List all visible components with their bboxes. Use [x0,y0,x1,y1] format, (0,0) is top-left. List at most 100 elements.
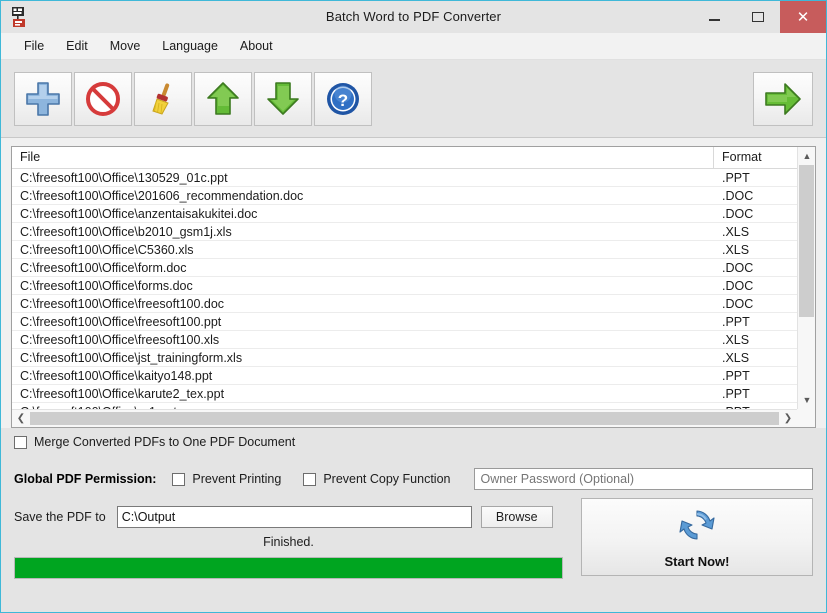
maximize-button[interactable] [736,1,780,33]
move-down-button[interactable] [254,71,312,126]
prevent-copy-label: Prevent Copy Function [323,472,451,486]
prevent-printing-label: Prevent Printing [192,472,282,486]
prevent-copy-checkbox[interactable] [303,472,317,486]
cell-file: C:\freesoft100\Office\130529_01c.ppt [20,170,228,185]
prevent-printing-option[interactable]: Prevent Printing [172,472,281,486]
minimize-icon [708,19,720,21]
cell-format: .PPT [722,170,750,185]
scroll-left-icon[interactable]: ❮ [12,410,30,427]
menu-item-about[interactable]: About [229,36,284,56]
title-bar: Batch Word to PDF Converter ✕ [1,1,826,33]
save-path-row: Save the PDF to C:\Output Browse [14,506,553,528]
table-row[interactable]: C:\freesoft100\Office\201606_recommendat… [12,187,797,205]
close-button[interactable]: ✕ [780,1,826,33]
cell-format: .XLS [722,242,750,257]
merge-checkbox[interactable] [14,435,27,449]
plus-icon [24,80,62,118]
cell-format: .PPT [722,314,750,329]
broom-icon [144,80,182,118]
table-row[interactable]: C:\freesoft100\Office\kaityo148.ppt .PPT [12,367,797,385]
vertical-scroll-thumb[interactable] [799,165,814,317]
horizontal-scroll-thumb[interactable] [30,412,779,425]
prohibition-icon [84,80,122,118]
cell-format: .PPT [722,386,750,401]
cell-file: C:\freesoft100\Office\freesoft100.doc [20,296,225,311]
convert-button[interactable] [753,71,813,126]
progress-bar [14,557,563,579]
prevent-printing-checkbox[interactable] [172,472,186,486]
cell-file: C:\freesoft100\Office\C5360.xls [20,242,194,257]
table-row[interactable]: C:\freesoft100\Office\b2010_gsm1j.xls .X… [12,223,797,241]
horizontal-scrollbar[interactable]: ❮ ❯ [12,409,797,427]
table-row[interactable]: C:\freesoft100\Office\jst_trainingform.x… [12,349,797,367]
remove-file-button[interactable] [74,71,132,126]
cell-file: C:\freesoft100\Office\karute2_tex.ppt [20,386,225,401]
toolbar: ? [1,60,826,138]
cell-format: .XLS [722,350,750,365]
browse-button[interactable]: Browse [480,506,553,528]
menu-item-language[interactable]: Language [151,36,229,56]
menu-bar: File Edit Move Language About [1,33,826,60]
arrow-right-icon [763,80,803,118]
clear-list-button[interactable] [134,71,192,126]
svg-text:?: ? [338,91,348,110]
maximize-icon [752,12,764,22]
owner-password-input[interactable] [474,468,813,490]
cell-format: .DOC [722,188,754,203]
cell-format: .XLS [722,224,750,239]
table-row[interactable]: C:\freesoft100\Office\freesoft100.doc .D… [12,295,797,313]
permission-row: Global PDF Permission: Prevent Printing … [14,468,813,490]
close-icon: ✕ [796,8,810,26]
column-header-file[interactable]: File [12,147,714,168]
app-icon [9,6,29,28]
cell-file: C:\freesoft100\Office\form.doc [20,260,187,275]
table-row[interactable]: C:\freesoft100\Office\form.doc .DOC [12,259,797,277]
app-window: Batch Word to PDF Converter ✕ File Edit … [0,0,827,613]
merge-option[interactable]: Merge Converted PDFs to One PDF Document [14,435,295,449]
refresh-icon [675,505,719,550]
move-up-button[interactable] [194,71,252,126]
save-path-label: Save the PDF to [14,510,106,524]
cell-format: .XLS [722,332,750,347]
column-header-format[interactable]: Format [714,147,794,168]
options-panel: Merge Converted PDFs to One PDF Document… [1,428,826,612]
minimize-button[interactable] [692,1,736,33]
help-button[interactable]: ? [314,71,372,126]
status-text: Finished. [263,535,314,549]
arrow-up-icon [204,80,242,118]
cell-file: C:\freesoft100\Office\freesoft100.xls [20,332,220,347]
file-list[interactable]: File Format C:\freesoft100\Office\130529… [11,146,816,428]
cell-file: C:\freesoft100\Office\kaityo148.ppt [20,368,213,383]
prevent-copy-option[interactable]: Prevent Copy Function [303,472,450,486]
table-row[interactable]: C:\freesoft100\Office\freesoft100.xls .X… [12,331,797,349]
arrow-down-icon [264,80,302,118]
cell-file: C:\freesoft100\Office\201606_recommendat… [20,188,304,203]
table-row[interactable]: C:\freesoft100\Office\freesoft100.ppt .P… [12,313,797,331]
window-controls: ✕ [692,1,826,33]
permission-title: Global PDF Permission: [14,472,157,486]
merge-label: Merge Converted PDFs to One PDF Document [34,435,296,449]
scroll-up-icon[interactable]: ▲ [798,147,815,165]
table-row[interactable]: C:\freesoft100\Office\karute2_tex.ppt .P… [12,385,797,403]
cell-format: .DOC [722,260,754,275]
menu-item-move[interactable]: Move [99,36,152,56]
cell-file: C:\freesoft100\Office\jst_trainingform.x… [20,350,243,365]
scrollbar-corner [797,409,815,427]
table-row[interactable]: C:\freesoft100\Office\forms.doc .DOC [12,277,797,295]
cell-format: .DOC [722,206,754,221]
vertical-scrollbar[interactable]: ▲ ▼ [797,147,815,409]
add-files-button[interactable] [14,71,72,126]
scroll-down-icon[interactable]: ▼ [798,391,815,409]
menu-item-edit[interactable]: Edit [55,36,99,56]
start-now-label: Start Now! [664,554,730,569]
menu-item-file[interactable]: File [13,36,55,56]
file-list-header: File Format [12,147,815,169]
save-path-input[interactable]: C:\Output [116,506,472,528]
table-row[interactable]: C:\freesoft100\Office\anzentaisakukitei.… [12,205,797,223]
cell-format: .DOC [722,296,754,311]
scroll-right-icon[interactable]: ❯ [779,410,797,427]
start-now-button[interactable]: Start Now! [581,498,813,576]
file-list-rows: C:\freesoft100\Office\130529_01c.ppt .PP… [12,169,797,410]
table-row[interactable]: C:\freesoft100\Office\130529_01c.ppt .PP… [12,169,797,187]
table-row[interactable]: C:\freesoft100\Office\C5360.xls .XLS [12,241,797,259]
